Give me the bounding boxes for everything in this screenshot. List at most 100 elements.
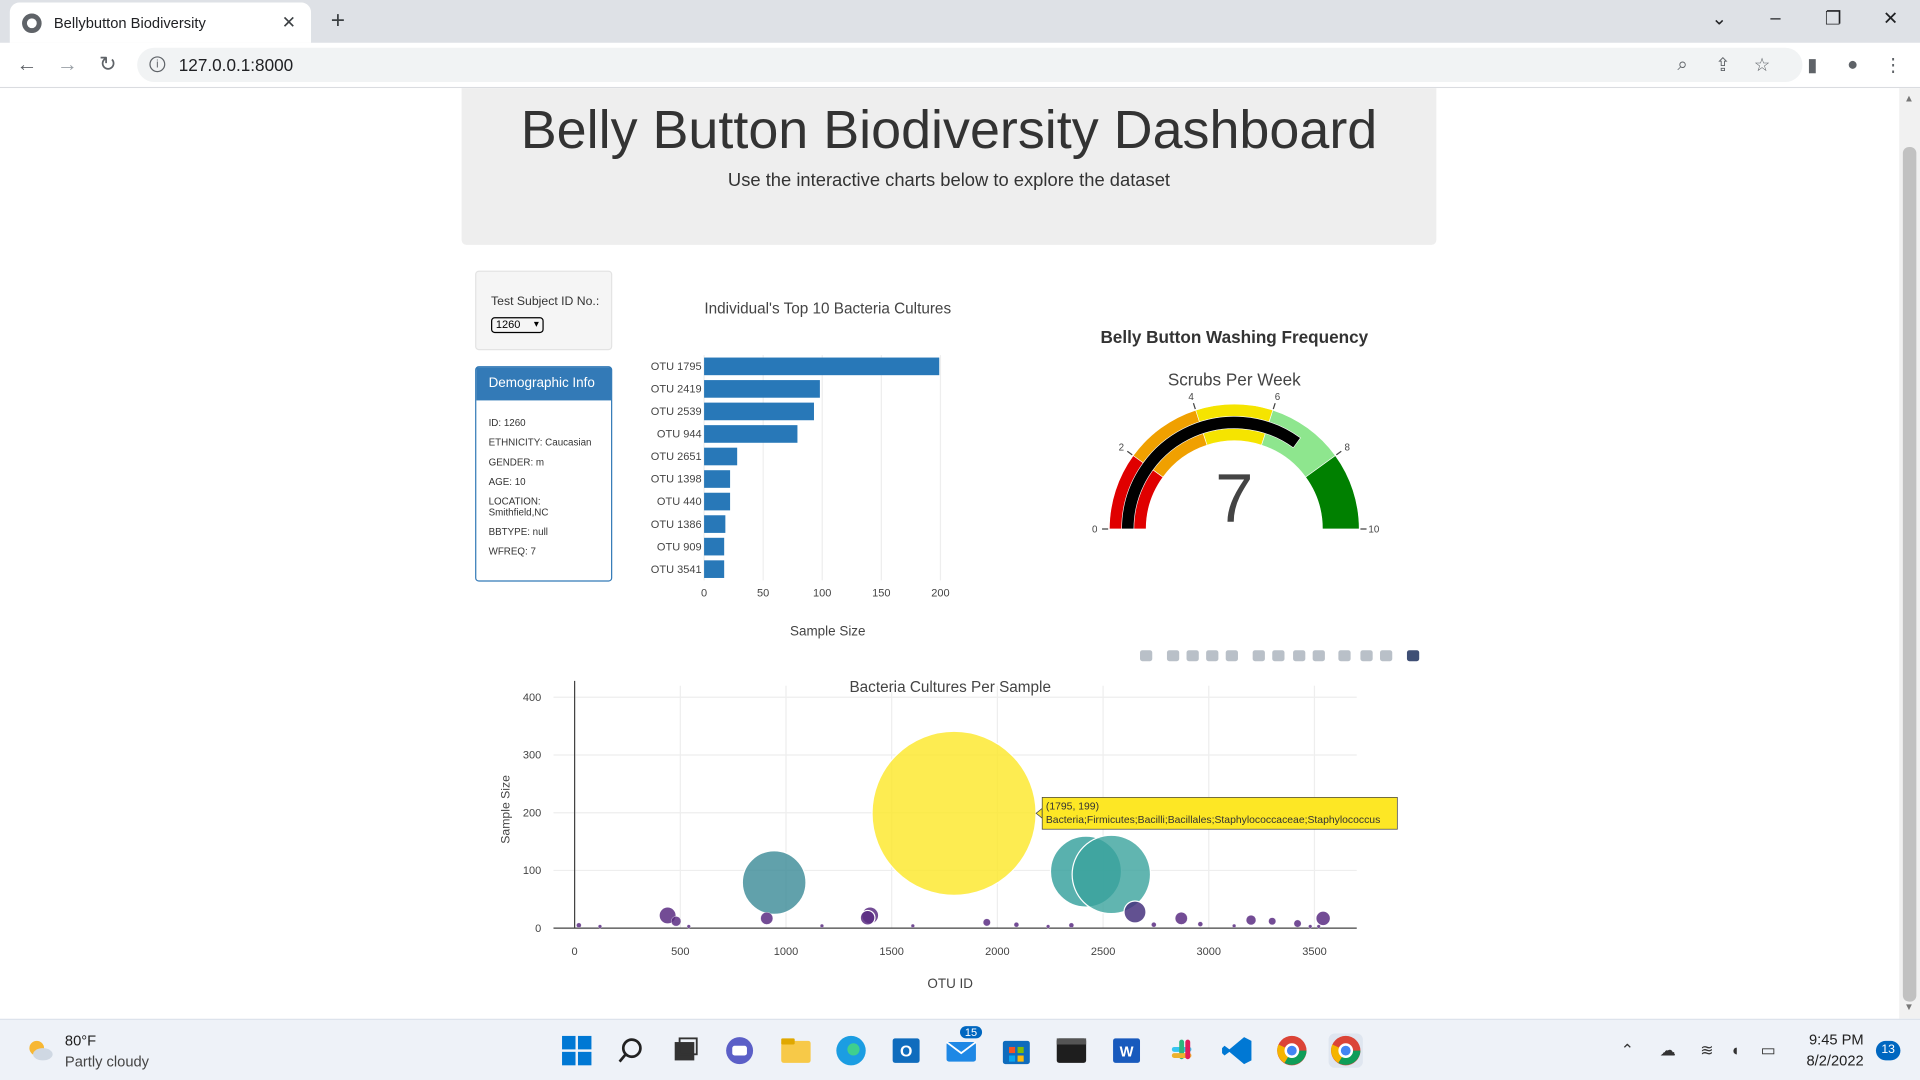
subject-id-select[interactable]: 1260 ▾ (491, 317, 544, 334)
mail-icon[interactable]: 15 (944, 1026, 983, 1067)
scroll-down-icon[interactable]: ▼ (1904, 1002, 1914, 1013)
browser-tab[interactable]: Bellybutton Biodiversity ✕ (9, 2, 312, 43)
hover-compare-icon[interactable] (1380, 650, 1393, 662)
wifi-icon[interactable]: ≋ (1696, 1041, 1718, 1061)
box-select-icon[interactable] (1206, 650, 1219, 662)
bar (704, 515, 726, 533)
bar-y-tick-label: OTU 2539 (651, 406, 702, 418)
zoom-icon[interactable] (1166, 650, 1180, 662)
subject-id-label: Test Subject ID No.: (491, 295, 600, 309)
bubble-point (1293, 919, 1302, 928)
share-icon[interactable]: ⇪ (1711, 54, 1735, 76)
weather-icon[interactable] (24, 1037, 53, 1061)
washing-gauge-chart[interactable]: Belly Button Washing Frequency Scrubs Per… (1053, 309, 1420, 566)
camera-icon[interactable] (1140, 650, 1153, 662)
bubble-point (1268, 917, 1277, 926)
demo-line: BBTYPE: null (488, 526, 548, 538)
tab-search-icon[interactable]: ⌄ (1707, 7, 1731, 30)
side-panel-icon[interactable]: ▮ (1800, 54, 1824, 76)
pan-icon[interactable] (1186, 650, 1199, 662)
reset-axes-icon[interactable] (1312, 650, 1325, 662)
weather-temperature[interactable]: 80°F (65, 1032, 96, 1049)
restore-icon[interactable]: ❐ (1821, 7, 1845, 30)
bubble-x-tick-label: 1500 (879, 946, 904, 958)
new-tab-button[interactable]: + (324, 7, 351, 35)
volume-icon[interactable]: ◖ (1724, 1041, 1746, 1059)
selected-subject-id: 1260 (495, 318, 521, 331)
demo-line: ID: 1260 (488, 417, 526, 429)
top10-bar-chart[interactable]: Individual's Top 10 Bacteria Cultures 0 50… (637, 284, 1004, 639)
zoom-out-icon[interactable] (1272, 650, 1285, 662)
jumbotron: Belly Button Biodiversity Dashboard Use … (461, 88, 1437, 245)
chrome-active-icon[interactable] (1328, 1033, 1363, 1068)
teams-icon[interactable] (722, 1033, 756, 1067)
back-icon[interactable]: ← (15, 53, 39, 77)
reload-icon[interactable]: ↻ (96, 53, 120, 77)
page-subtitle: Use the interactive charts below to expl… (727, 170, 1171, 192)
bar-x-tick-label: 50 (757, 587, 769, 599)
battery-icon[interactable]: ▭ (1757, 1041, 1779, 1061)
lasso-icon[interactable] (1225, 650, 1238, 662)
terminal-icon[interactable] (1054, 1033, 1088, 1067)
page-scrollbar[interactable]: ▲ ▼ (1899, 88, 1920, 1019)
bubble-point (1245, 915, 1257, 926)
hover-closest-icon[interactable] (1360, 650, 1373, 662)
bubble-point (1232, 923, 1237, 928)
bubble-point (819, 923, 824, 928)
start-icon[interactable] (560, 1033, 594, 1067)
bar-x-tick-label: 150 (872, 587, 890, 599)
bar-y-tick-label: OTU 909 (657, 541, 702, 553)
demo-line: AGE: 10 (488, 476, 526, 488)
zoom-in-icon[interactable] (1252, 650, 1265, 662)
profile-icon[interactable]: ● (1840, 54, 1864, 75)
gauge-value: 7 (1215, 460, 1253, 537)
task-view-icon[interactable] (669, 1033, 703, 1067)
close-tab-icon[interactable]: ✕ (279, 12, 299, 33)
slack-icon[interactable] (1164, 1033, 1198, 1067)
bar-y-tick-label: OTU 2651 (651, 451, 702, 463)
demo-line: GENDER: m (488, 456, 545, 468)
bubble-x-tick-label: 1000 (774, 946, 799, 958)
bookmark-star-icon[interactable]: ☆ (1750, 54, 1774, 76)
word-icon[interactable]: W (1109, 1033, 1143, 1067)
forward-icon[interactable]: → (55, 53, 79, 77)
bubble-chart[interactable]: Bacteria Cultures Per Sample 0 100 200 300 40… (490, 664, 1421, 1019)
address-bar[interactable]: i 127.0.0.1:8000 (137, 47, 1803, 83)
weather-description[interactable]: Partly cloudy (65, 1053, 149, 1070)
bubble-point (576, 922, 582, 928)
plotly-logo-icon[interactable] (1406, 650, 1420, 662)
bar (704, 425, 798, 443)
url-text[interactable]: 127.0.0.1:8000 (179, 55, 293, 75)
chrome-icon[interactable] (1275, 1033, 1309, 1067)
chevron-up-icon[interactable]: ⌃ (1616, 1041, 1638, 1061)
store-icon[interactable] (999, 1033, 1033, 1067)
autoscale-icon[interactable] (1293, 650, 1306, 662)
bubble-y-tick-label: 300 (523, 750, 541, 762)
zoom-icon[interactable]: ⌕ (1670, 54, 1694, 75)
vscode-icon[interactable] (1220, 1033, 1254, 1067)
notification-badge[interactable]: 13 (1875, 1040, 1901, 1061)
clock-time[interactable]: 9:45 PM (1807, 1031, 1864, 1048)
bar-y-tick-label: OTU 1386 (651, 519, 702, 531)
outlook-icon[interactable]: O (889, 1033, 923, 1067)
bubble-point (871, 730, 1037, 896)
tooltip-taxonomy: Bacteria;Firmicutes;Bacilli;Bacillales;S… (1046, 815, 1380, 826)
scroll-thumb[interactable] (1902, 146, 1917, 1002)
edge-icon[interactable] (834, 1033, 868, 1067)
onedrive-icon[interactable]: ☁ (1657, 1041, 1679, 1061)
spike-lines-icon[interactable] (1338, 650, 1351, 662)
clock-date[interactable]: 8/2/2022 (1795, 1052, 1863, 1069)
scroll-up-icon[interactable]: ▲ (1904, 93, 1914, 104)
bar (704, 447, 738, 466)
gauge-tick-label: 2 (1119, 443, 1124, 454)
bubble-point (1316, 924, 1321, 929)
window-close-icon[interactable]: ✕ (1878, 7, 1902, 30)
file-explorer-icon[interactable] (779, 1033, 813, 1067)
info-icon[interactable]: i (149, 56, 166, 73)
gauge-tick (1192, 403, 1196, 410)
search-icon[interactable] (615, 1033, 649, 1067)
bar-x-tick-label: 100 (813, 587, 831, 599)
minimize-icon[interactable]: – (1763, 7, 1787, 28)
menu-icon[interactable]: ⋮ (1881, 54, 1905, 76)
windows-taskbar: 80°F Partly cloudy O 15 W ⌃ ☁ ≋ ◖ ▭ 9:45… (0, 1018, 1920, 1080)
